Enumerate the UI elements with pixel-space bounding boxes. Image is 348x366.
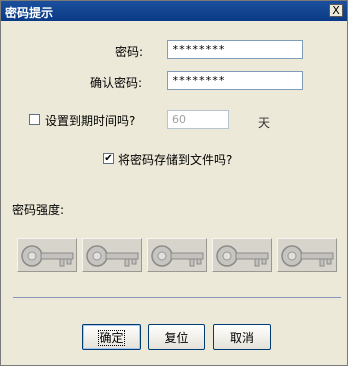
save-to-file-label: 将密码存储到文件吗? bbox=[118, 153, 233, 167]
strength-key-1 bbox=[17, 238, 77, 272]
close-button[interactable]: X bbox=[329, 4, 343, 17]
confirm-password-label: 确认密码: bbox=[90, 76, 143, 90]
save-to-file-checkbox[interactable]: ✔ bbox=[103, 153, 114, 164]
ok-button-label: 确定 bbox=[98, 329, 125, 346]
strength-label: 密码强度: bbox=[12, 203, 65, 217]
window-title: 密码提示 bbox=[5, 6, 54, 20]
strength-key-4 bbox=[212, 238, 272, 272]
key-icon bbox=[21, 245, 74, 267]
strength-meter bbox=[17, 238, 339, 272]
password-field[interactable] bbox=[167, 40, 303, 59]
expire-days-field[interactable] bbox=[167, 110, 229, 129]
confirm-password-field[interactable] bbox=[167, 71, 303, 90]
title-bar[interactable]: 密码提示 X bbox=[1, 1, 347, 21]
close-icon: X bbox=[332, 4, 340, 17]
reset-button-label: 复位 bbox=[164, 330, 189, 345]
strength-key-3 bbox=[147, 238, 207, 272]
password-label: 密码: bbox=[115, 45, 144, 59]
reset-button[interactable]: 复位 bbox=[148, 324, 205, 350]
days-unit-label: 天 bbox=[258, 116, 271, 130]
password-hint-dialog: 密码提示 X 密码: 确认密码: 设置到期时间吗? 天 ✔ 将密码存储到文件吗?… bbox=[0, 0, 348, 366]
key-icon bbox=[86, 245, 139, 267]
expire-checkbox[interactable] bbox=[29, 114, 40, 125]
strength-key-5 bbox=[277, 238, 337, 272]
key-icon bbox=[281, 245, 334, 267]
divider bbox=[13, 297, 341, 298]
key-icon bbox=[216, 245, 269, 267]
checkmark-icon: ✔ bbox=[104, 153, 113, 164]
cancel-button[interactable]: 取消 bbox=[213, 324, 271, 350]
cancel-button-label: 取消 bbox=[229, 330, 254, 345]
key-icon bbox=[151, 245, 204, 267]
expire-checkbox-label: 设置到期时间吗? bbox=[45, 114, 136, 128]
strength-key-2 bbox=[82, 238, 142, 272]
ok-button[interactable]: 确定 bbox=[82, 324, 141, 350]
